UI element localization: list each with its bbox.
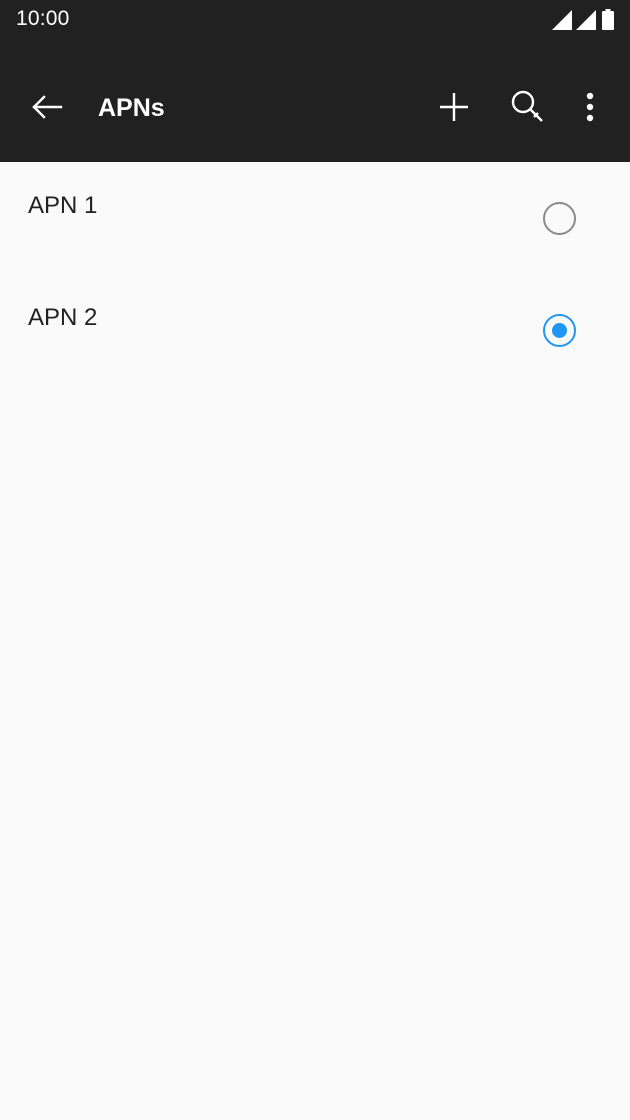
battery-icon: [602, 9, 614, 30]
signal-icon: [552, 10, 572, 30]
apn-list: APN 1 APN 2: [0, 162, 630, 386]
apn-radio-button[interactable]: [543, 202, 576, 235]
radio-selected-dot: [552, 323, 567, 338]
apn-name: APN 2: [28, 304, 98, 331]
apn-settings-screen: 10:00 APNs APN 1 APN 2: [0, 0, 630, 1120]
status-bar: 10:00: [0, 0, 630, 40]
search-icon: [510, 89, 546, 130]
add-apn-button[interactable]: [430, 85, 478, 133]
list-item[interactable]: APN 1: [0, 162, 630, 274]
apn-radio-button[interactable]: [543, 314, 576, 347]
page-title: APNs: [98, 94, 165, 122]
signal-icon: [576, 10, 596, 30]
app-bar: APNs: [0, 40, 630, 162]
arrow-back-icon: [31, 94, 63, 124]
apn-name: APN 1: [28, 192, 98, 219]
more-options-button[interactable]: [566, 85, 614, 133]
status-icons: [552, 8, 614, 30]
search-button[interactable]: [504, 85, 552, 133]
plus-icon: [440, 92, 468, 126]
back-button[interactable]: [23, 85, 71, 133]
list-item[interactable]: APN 2: [0, 274, 630, 386]
status-time: 10:00: [16, 7, 70, 30]
more-vert-icon: [586, 92, 594, 127]
